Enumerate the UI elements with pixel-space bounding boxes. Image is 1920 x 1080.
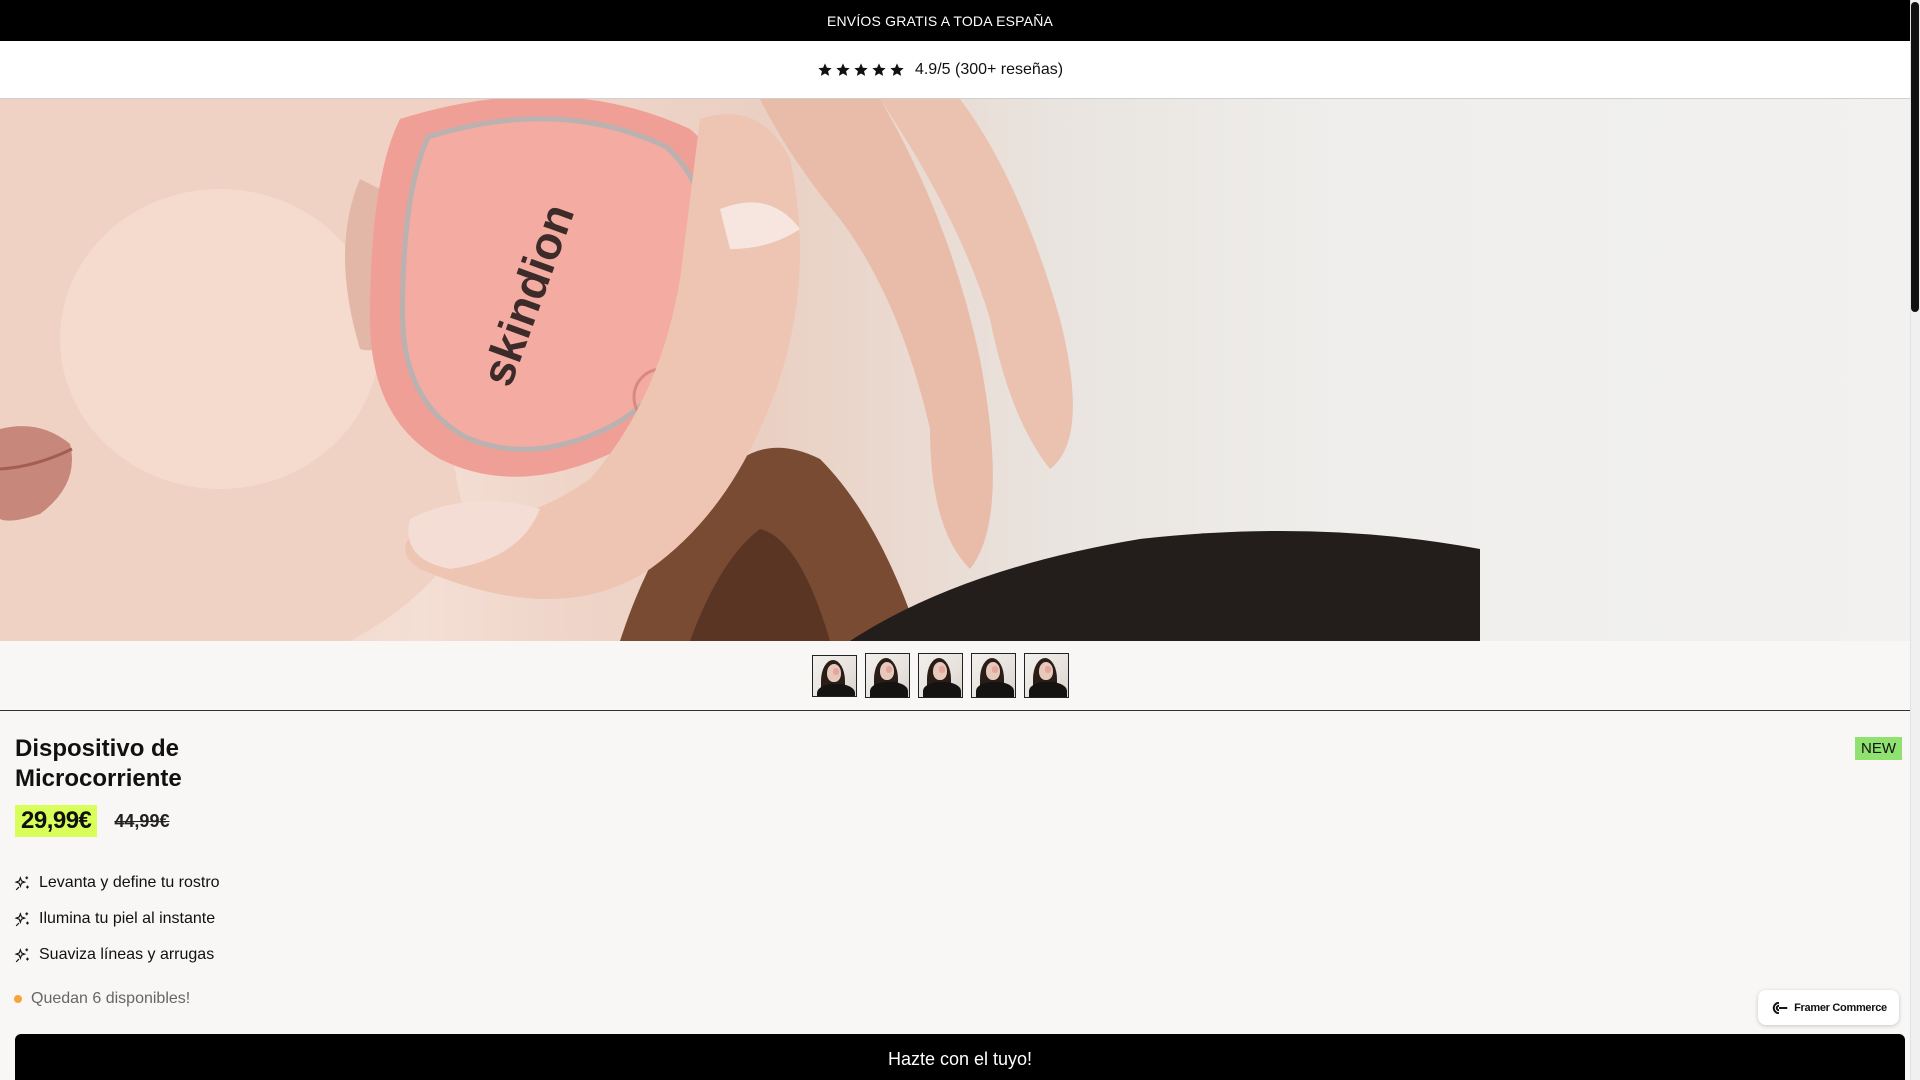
thumbnail-2[interactable] xyxy=(864,653,910,698)
thumbnail-4[interactable] xyxy=(970,653,1016,698)
new-badge: NEW xyxy=(1855,737,1902,760)
framer-logo-icon xyxy=(1772,1001,1788,1014)
star-icon xyxy=(836,62,850,76)
stock-dot-icon xyxy=(14,995,22,1003)
framer-badge-text: Framer Commerce xyxy=(1794,1001,1887,1014)
original-price: 44,99€ xyxy=(114,810,170,831)
star-icon xyxy=(854,62,868,76)
feature-list: Levanta y define tu rostro Ilumina tu pi… xyxy=(14,865,220,973)
announcement-text: ENVÍOS GRATIS A TODA ESPAÑA xyxy=(826,12,1054,29)
stock-text: Quedan 6 disponibles! xyxy=(31,990,191,1007)
feature-text: Ilumina tu piel al instante xyxy=(39,910,216,927)
thumbnail-gallery xyxy=(0,641,1920,711)
sparkle-icon xyxy=(14,875,29,890)
sparkle-icon xyxy=(14,911,29,926)
hero-product-image: skindion xyxy=(0,99,1920,641)
thumbnail-1[interactable] xyxy=(811,654,857,697)
feature-item: Ilumina tu piel al instante xyxy=(14,901,220,937)
star-icon xyxy=(872,62,886,76)
price-row: 29,99€ 44,99€ xyxy=(15,805,169,837)
announcement-bar: ENVÍOS GRATIS A TODA ESPAÑA xyxy=(0,0,1920,41)
stock-indicator: Quedan 6 disponibles! xyxy=(14,990,190,1008)
feature-item: Levanta y define tu rostro xyxy=(14,865,220,901)
thumbnail-5[interactable] xyxy=(1023,653,1069,698)
product-page: ENVÍOS GRATIS A TODA ESPAÑA 4.9/5 (300+ … xyxy=(0,0,1920,1080)
feature-text: Suaviza líneas y arrugas xyxy=(39,946,215,963)
rating-text: 4.9/5 (300+ reseñas) xyxy=(914,60,1064,78)
rating-bar: 4.9/5 (300+ reseñas) xyxy=(0,41,1920,99)
vertical-scrollbar[interactable] xyxy=(1910,0,1920,1080)
feature-text: Levanta y define tu rostro xyxy=(39,874,220,891)
feature-item: Suaviza líneas y arrugas xyxy=(14,937,220,973)
scrollbar-thumb[interactable] xyxy=(1911,2,1919,312)
rating-stars xyxy=(817,62,905,78)
sparkle-icon xyxy=(14,947,29,962)
hero-illustration: skindion xyxy=(0,99,1480,641)
framer-commerce-badge[interactable]: Framer Commerce xyxy=(1758,990,1899,1025)
product-title: Dispositivo de Microcorriente xyxy=(15,735,182,792)
thumbnail-3[interactable] xyxy=(917,653,963,698)
star-icon xyxy=(890,62,904,76)
add-to-cart-button[interactable]: Hazte con el tuyo! xyxy=(15,1034,1905,1080)
star-icon xyxy=(818,62,832,76)
current-price: 29,99€ xyxy=(15,805,98,837)
